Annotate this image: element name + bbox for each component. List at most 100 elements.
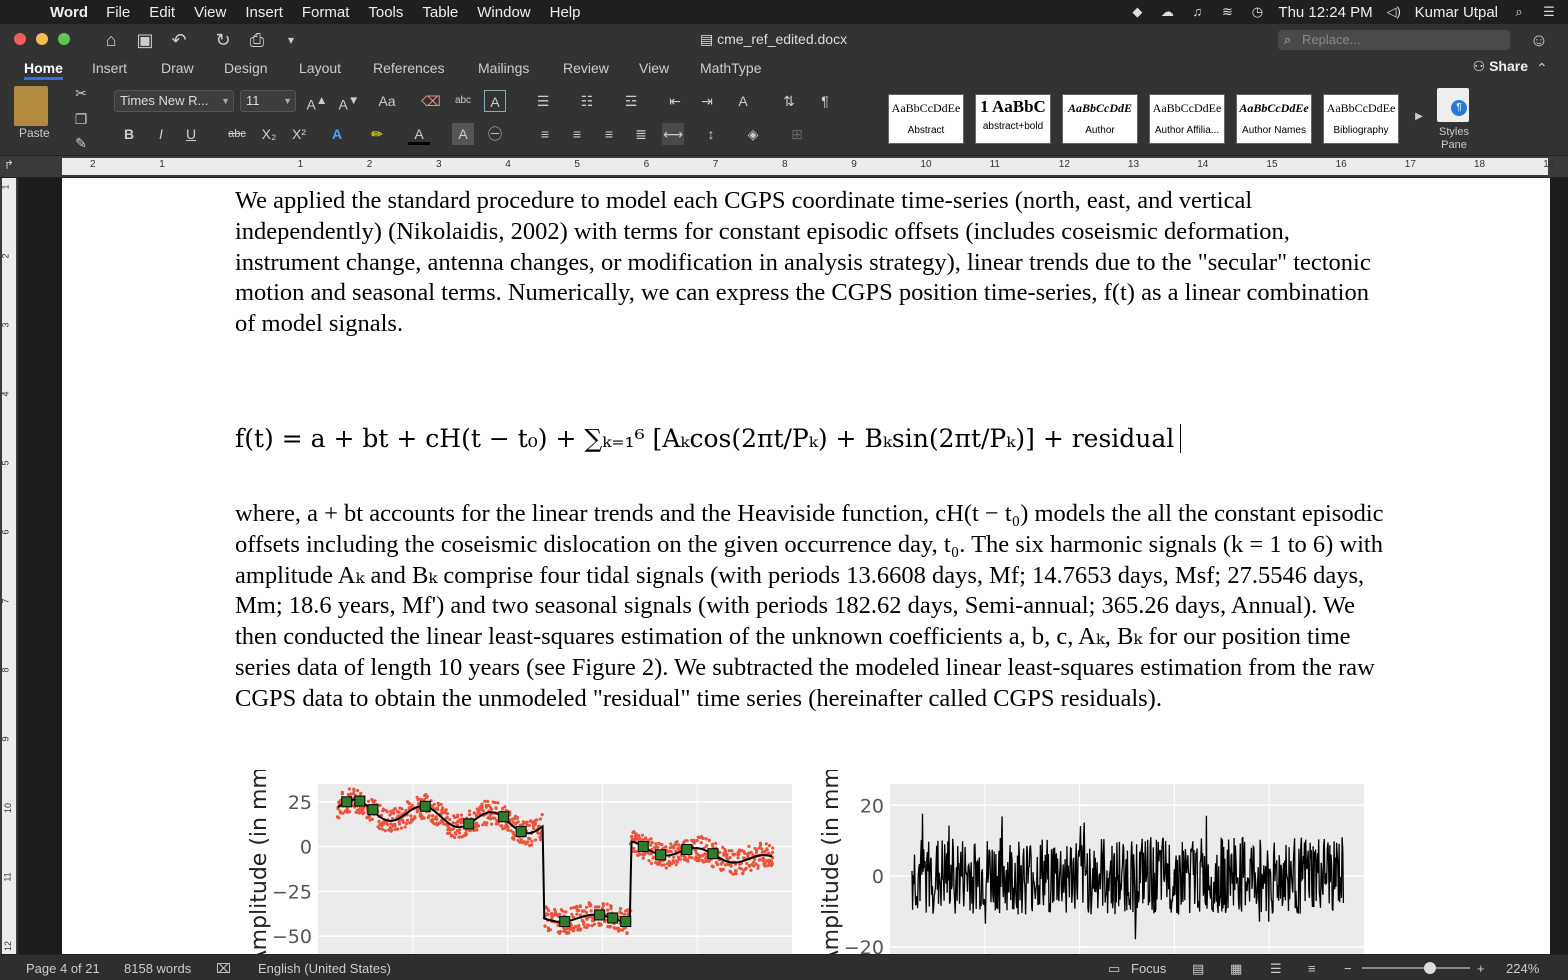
dropbox-icon[interactable]: ◆ bbox=[1128, 5, 1146, 19]
notification-center-icon[interactable]: ☰ bbox=[1540, 5, 1558, 19]
character-shading-icon[interactable]: A bbox=[452, 123, 474, 145]
sort-icon[interactable]: ⇅ bbox=[778, 90, 800, 112]
decrease-indent-icon[interactable]: ⇤ bbox=[664, 90, 686, 112]
web-layout-icon[interactable]: ▦ bbox=[1230, 961, 1242, 977]
save-icon[interactable]: ▣ bbox=[134, 29, 156, 51]
minimize-window-button[interactable] bbox=[36, 33, 48, 45]
share-button[interactable]: ⚇ Share bbox=[1473, 58, 1528, 75]
zoom-slider-thumb[interactable] bbox=[1424, 962, 1436, 974]
tab-mailings[interactable]: Mailings bbox=[478, 58, 529, 80]
format-painter-icon[interactable]: ✎ bbox=[70, 132, 92, 154]
menu-file[interactable]: File bbox=[106, 4, 130, 21]
styles-gallery-next-icon[interactable]: ▶ bbox=[1408, 106, 1430, 128]
font-name-select[interactable]: Times New R... ▼ bbox=[114, 90, 234, 112]
tab-draw[interactable]: Draw bbox=[161, 58, 194, 80]
redo-icon[interactable]: ↻ bbox=[212, 29, 234, 51]
text-effects-icon[interactable]: A bbox=[326, 123, 348, 145]
styles-pane-label[interactable]: Styles Pane bbox=[1432, 126, 1476, 152]
style-author[interactable]: AaBbCcDdE Author bbox=[1062, 94, 1138, 144]
line-spacing-icon[interactable]: ↕ bbox=[700, 123, 722, 145]
zoom-window-button[interactable] bbox=[58, 33, 70, 45]
app-menu[interactable]: Word bbox=[50, 4, 88, 21]
wifi-icon[interactable]: ≋ bbox=[1218, 5, 1236, 19]
word-count[interactable]: 8158 words bbox=[124, 961, 191, 976]
tab-design[interactable]: Design bbox=[224, 58, 268, 80]
multilevel-list-icon[interactable]: ☲ bbox=[620, 90, 642, 112]
highlight-icon[interactable]: ✏ bbox=[366, 123, 388, 145]
document-page[interactable]: We applied the standard procedure to mod… bbox=[62, 178, 1550, 954]
align-center-icon[interactable]: ≡ bbox=[566, 123, 588, 145]
tab-layout[interactable]: Layout bbox=[299, 58, 341, 80]
headphones-icon[interactable]: ♫ bbox=[1188, 5, 1206, 19]
close-window-button[interactable] bbox=[14, 33, 26, 45]
document-canvas[interactable]: We applied the standard procedure to mod… bbox=[18, 178, 1568, 954]
undo-icon[interactable]: ↶ bbox=[168, 29, 190, 51]
menu-tools[interactable]: Tools bbox=[368, 4, 403, 21]
home-icon[interactable]: ⌂ bbox=[100, 29, 122, 51]
underline-button[interactable]: U bbox=[180, 123, 202, 145]
styles-pane-icon[interactable]: ¶ bbox=[1437, 88, 1469, 122]
tab-references[interactable]: References bbox=[373, 58, 445, 80]
asian-layout-icon[interactable]: A bbox=[732, 90, 754, 112]
align-left-icon[interactable]: ≡ bbox=[534, 123, 556, 145]
shading-icon[interactable]: ◈ bbox=[742, 123, 764, 145]
subscript-button[interactable]: X₂ bbox=[258, 123, 280, 145]
increase-indent-icon[interactable]: ⇥ bbox=[696, 90, 718, 112]
focus-button[interactable]: Focus bbox=[1131, 961, 1166, 976]
paste-icon[interactable] bbox=[14, 86, 48, 126]
menu-table[interactable]: Table bbox=[422, 4, 458, 21]
volume-icon[interactable]: ◁) bbox=[1385, 5, 1403, 19]
equation[interactable]: f(t) = a + bt + cH(t − t₀) + ∑ₖ₌₁⁶ [Aₖco… bbox=[235, 424, 1190, 453]
style-author-names[interactable]: AaBbCcDdEe Author Names bbox=[1236, 94, 1312, 144]
vertical-ruler[interactable]: 1 2 3 4 5 6 7 8 9 10 11 12 bbox=[0, 178, 18, 954]
collapse-ribbon-icon[interactable]: ⌃ bbox=[1536, 58, 1548, 80]
outline-icon[interactable]: ☰ bbox=[1270, 961, 1282, 977]
paste-label[interactable]: Paste bbox=[19, 126, 50, 140]
feedback-smiley-icon[interactable]: ☺ bbox=[1528, 29, 1550, 51]
font-color-icon[interactable]: A bbox=[408, 123, 430, 145]
tab-home[interactable]: Home bbox=[24, 58, 63, 80]
phonetic-guide-icon[interactable]: abc bbox=[452, 90, 474, 112]
cut-icon[interactable]: ✂ bbox=[70, 82, 92, 104]
search-replace-field[interactable]: ⌕ Replace... bbox=[1278, 30, 1510, 50]
cloud-icon[interactable]: ☁ bbox=[1158, 5, 1176, 19]
zoom-slider[interactable] bbox=[1362, 962, 1470, 974]
character-border-icon[interactable]: A bbox=[484, 90, 506, 112]
font-size-select[interactable]: 11 ▼ bbox=[240, 90, 296, 112]
distributed-icon[interactable]: ⟷ bbox=[662, 123, 684, 145]
tab-review[interactable]: Review bbox=[563, 58, 609, 80]
zoom-out-icon[interactable]: − bbox=[1344, 961, 1352, 976]
style-abstract-bold[interactable]: 1 AaBbC abstract+bold bbox=[975, 94, 1051, 144]
italic-button[interactable]: I bbox=[150, 123, 172, 145]
paragraph-1[interactable]: We applied the standard procedure to mod… bbox=[235, 186, 1385, 340]
menu-insert[interactable]: Insert bbox=[245, 4, 283, 21]
numbering-icon[interactable]: ☷ bbox=[576, 90, 598, 112]
copy-icon[interactable]: ❐ bbox=[70, 108, 92, 130]
style-author-affiliation[interactable]: AaBbCcDdEe Author Affilia... bbox=[1149, 94, 1225, 144]
draft-icon[interactable]: ≡ bbox=[1308, 961, 1316, 976]
justify-icon[interactable]: ≣ bbox=[630, 123, 652, 145]
horizontal-ruler[interactable]: ↱ 2 1 1 2 3 4 5 6 7 8 9 10 11 12 13 14 15 16 17 18 19 bbox=[0, 156, 1568, 178]
show-formatting-marks-icon[interactable]: ¶ bbox=[814, 90, 836, 112]
customize-toolbar-icon[interactable]: ▾ bbox=[280, 29, 302, 51]
menubar-user[interactable]: Kumar Utpal bbox=[1415, 4, 1498, 21]
grow-font-icon[interactable]: A▲ bbox=[306, 90, 328, 113]
menu-format[interactable]: Format bbox=[302, 4, 350, 21]
strikethrough-button[interactable]: abc bbox=[226, 123, 248, 145]
page-count[interactable]: Page 4 of 21 bbox=[26, 961, 100, 976]
tab-insert[interactable]: Insert bbox=[92, 58, 127, 80]
spotlight-icon[interactable]: ⌕ bbox=[1510, 5, 1528, 19]
menu-view[interactable]: View bbox=[194, 4, 226, 21]
bullets-icon[interactable]: ☰ bbox=[532, 90, 554, 112]
borders-icon[interactable]: ⊞ bbox=[786, 123, 808, 145]
change-case-icon[interactable]: Aa bbox=[376, 90, 398, 112]
menu-window[interactable]: Window bbox=[477, 4, 530, 21]
menubar-clock[interactable]: Thu 12:24 PM bbox=[1278, 4, 1372, 21]
bold-button[interactable]: B bbox=[118, 123, 140, 145]
tab-view[interactable]: View bbox=[639, 58, 669, 80]
style-abstract[interactable]: AaBbCcDdEe Abstract bbox=[888, 94, 964, 144]
focus-icon[interactable]: ▭ bbox=[1108, 961, 1120, 977]
shrink-font-icon[interactable]: A▼ bbox=[338, 90, 360, 113]
print-icon[interactable]: ⎙ bbox=[246, 29, 268, 51]
tab-mathtype[interactable]: MathType bbox=[700, 58, 761, 80]
